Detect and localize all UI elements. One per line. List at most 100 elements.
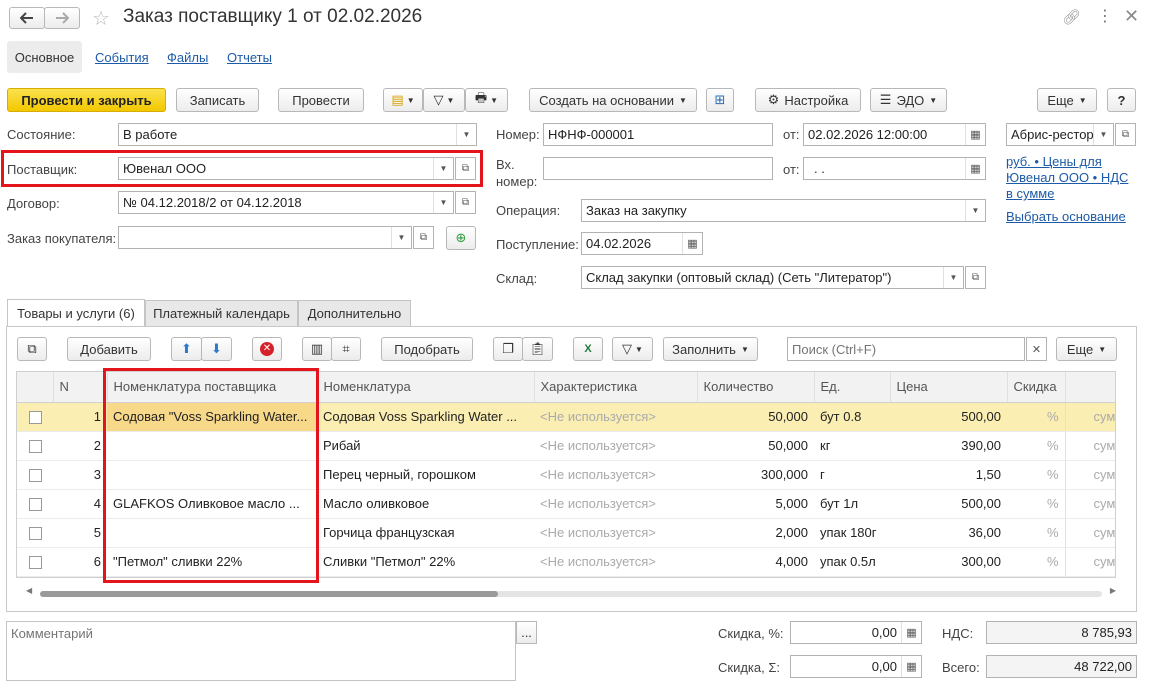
search-field[interactable] — [787, 337, 1025, 361]
table-more-button[interactable]: Еще ▼ — [1056, 337, 1117, 361]
chevron-down-icon[interactable]: ▼ — [943, 267, 963, 288]
structure-button[interactable]: ⊞ — [706, 88, 734, 112]
table-row[interactable]: 1 Содовая "Voss Sparkling Water... Содов… — [17, 402, 1115, 432]
calculator-icon[interactable]: ▦ — [901, 622, 921, 643]
row-discount-sum[interactable]: сумм — [1064, 547, 1115, 577]
row-quantity[interactable]: 50,000 — [697, 402, 814, 432]
forward-button[interactable] — [44, 7, 80, 29]
column-header-supplier-item[interactable]: Номенклатура поставщика — [107, 372, 318, 403]
row-discount[interactable]: % — [1007, 402, 1065, 432]
row-quantity[interactable]: 300,000 — [697, 460, 814, 490]
row-item[interactable]: Масло оливковое — [317, 489, 534, 519]
tab-goods-services[interactable]: Товары и услуги (6) — [7, 299, 145, 327]
warehouse-field[interactable]: Склад закупки (оптовый склад) (Сеть "Лит… — [581, 266, 964, 289]
row-characteristic[interactable]: <Не используется> — [534, 547, 697, 577]
edo-button[interactable]: ☰ ЭДО ▼ — [870, 88, 947, 112]
contract-field[interactable]: № 04.12.2018/2 от 04.12.2018 ▼ — [118, 191, 454, 214]
comment-expand-button[interactable]: ... — [516, 621, 537, 644]
filter-menu-button[interactable]: ▽ ▼ — [423, 88, 465, 112]
operation-select[interactable]: Заказ на закупку ▼ — [581, 199, 986, 222]
document-menu-button[interactable]: ▤ ▼ — [383, 88, 423, 112]
row-discount-sum[interactable]: сумм — [1064, 460, 1115, 490]
more-button[interactable]: Еще ▼ — [1037, 88, 1097, 112]
row-checkbox[interactable] — [28, 556, 42, 570]
row-checkbox-cell[interactable] — [17, 547, 53, 577]
number-field[interactable]: НФНФ-000001 — [543, 123, 773, 146]
row-discount[interactable]: % — [1007, 489, 1065, 519]
row-price[interactable]: 500,00 — [890, 489, 1007, 519]
horizontal-scrollbar[interactable]: ◀ ▶ — [26, 586, 1116, 600]
row-characteristic[interactable]: <Не используется> — [534, 460, 697, 490]
chevron-down-icon[interactable]: ▼ — [456, 124, 476, 145]
row-supplier-item[interactable] — [107, 431, 317, 461]
search-clear-button[interactable]: ✕ — [1026, 337, 1047, 361]
scrollbar-thumb[interactable] — [40, 591, 498, 597]
table-row[interactable]: 2 Рибай <Не используется> 50,000 кг 390,… — [17, 431, 1115, 461]
row-unit[interactable]: упак 180г — [814, 518, 890, 548]
row-checkbox[interactable] — [28, 498, 42, 512]
delete-row-button[interactable]: ✕ — [252, 337, 282, 361]
kebab-menu-icon[interactable]: ⋮ — [1097, 6, 1113, 26]
fill-button[interactable]: Заполнить ▼ — [663, 337, 758, 361]
row-characteristic[interactable]: <Не используется> — [534, 489, 697, 519]
row-price[interactable]: 300,00 — [890, 547, 1007, 577]
back-button[interactable] — [9, 7, 45, 29]
row-checkbox[interactable] — [28, 469, 42, 483]
add-row-button[interactable]: Добавить — [67, 337, 151, 361]
contract-open-button[interactable]: ⧉ — [455, 191, 476, 214]
row-item[interactable]: Сливки "Петмол" 22% — [317, 547, 534, 577]
row-discount-sum[interactable]: сумм — [1064, 489, 1115, 519]
column-header-n[interactable]: N — [53, 372, 108, 403]
row-checkbox[interactable] — [28, 440, 42, 454]
row-checkbox[interactable] — [28, 527, 42, 541]
row-item[interactable]: Содовая Voss Sparkling Water ... — [317, 402, 534, 432]
table-row[interactable]: 6 "Петмол" сливки 22% Сливки "Петмол" 22… — [17, 547, 1115, 577]
price-settings-link-line1[interactable]: руб. • Цены для — [1006, 154, 1102, 169]
row-supplier-item[interactable]: "Петмол" сливки 22% — [107, 547, 317, 577]
row-discount[interactable]: % — [1007, 518, 1065, 548]
comment-textarea[interactable] — [7, 622, 515, 680]
scanner-button[interactable]: ⌗ — [331, 337, 361, 361]
scroll-left-icon[interactable]: ◀ — [26, 586, 32, 595]
post-button[interactable]: Провести — [278, 88, 364, 112]
row-item[interactable]: Перец черный, горошком — [317, 460, 534, 490]
chevron-down-icon[interactable]: ▼ — [391, 227, 411, 248]
save-button[interactable]: Записать — [176, 88, 259, 112]
row-unit[interactable]: г — [814, 460, 890, 490]
print-menu-button[interactable]: 🖶︎ ▼ — [465, 88, 508, 112]
chevron-down-icon[interactable]: ▼ — [965, 200, 985, 221]
row-checkbox-cell[interactable] — [17, 460, 53, 490]
row-quantity[interactable]: 5,000 — [697, 489, 814, 519]
column-header-characteristic[interactable]: Характеристика — [534, 372, 698, 403]
row-unit[interactable]: кг — [814, 431, 890, 461]
organization-open-button[interactable]: ⧉ — [1115, 123, 1136, 146]
comment-box[interactable] — [6, 621, 516, 681]
row-unit[interactable]: бут 0.8 — [814, 402, 890, 432]
row-supplier-item[interactable] — [107, 518, 317, 548]
supplier-field[interactable]: Ювенал ООО ▼ — [118, 157, 454, 180]
create-based-on-button[interactable]: Создать на основании ▼ — [529, 88, 697, 112]
row-supplier-item[interactable]: Содовая "Voss Sparkling Water... — [107, 402, 317, 432]
link-icon[interactable]: 🔗︎ — [1062, 8, 1081, 26]
row-quantity[interactable]: 4,000 — [697, 547, 814, 577]
row-supplier-item[interactable] — [107, 460, 317, 490]
close-icon[interactable]: ✕ — [1124, 6, 1139, 27]
organization-field[interactable]: Абрис-ресторан ▼ — [1006, 123, 1114, 146]
calendar-icon[interactable]: ▦ — [965, 158, 985, 179]
column-header-item[interactable]: Номенклатура — [317, 372, 535, 403]
receipt-date-field[interactable]: 04.02.2026 ▦ — [581, 232, 703, 255]
price-settings-link-line2[interactable]: Ювенал ООО • НДС — [1006, 170, 1128, 185]
barcode-button[interactable]: ▥ — [302, 337, 332, 361]
row-unit[interactable]: упак 0.5л — [814, 547, 890, 577]
nav-tab-events[interactable]: События — [95, 50, 149, 65]
table-row[interactable]: 5 Горчица французская <Не используется> … — [17, 518, 1115, 548]
chevron-down-icon[interactable]: ▼ — [1093, 124, 1113, 145]
discount-pct-field[interactable]: 0,00 ▦ — [790, 621, 922, 644]
column-header-price[interactable]: Цена — [890, 372, 1008, 403]
chevron-down-icon[interactable]: ▼ — [433, 158, 453, 179]
favorite-star-icon[interactable]: ☆ — [92, 6, 110, 31]
supplier-open-button[interactable]: ⧉ — [455, 157, 476, 180]
row-discount-sum[interactable]: сумм — [1064, 431, 1115, 461]
choose-basis-link[interactable]: Выбрать основание — [1006, 209, 1126, 224]
help-button[interactable]: ? — [1107, 88, 1136, 112]
